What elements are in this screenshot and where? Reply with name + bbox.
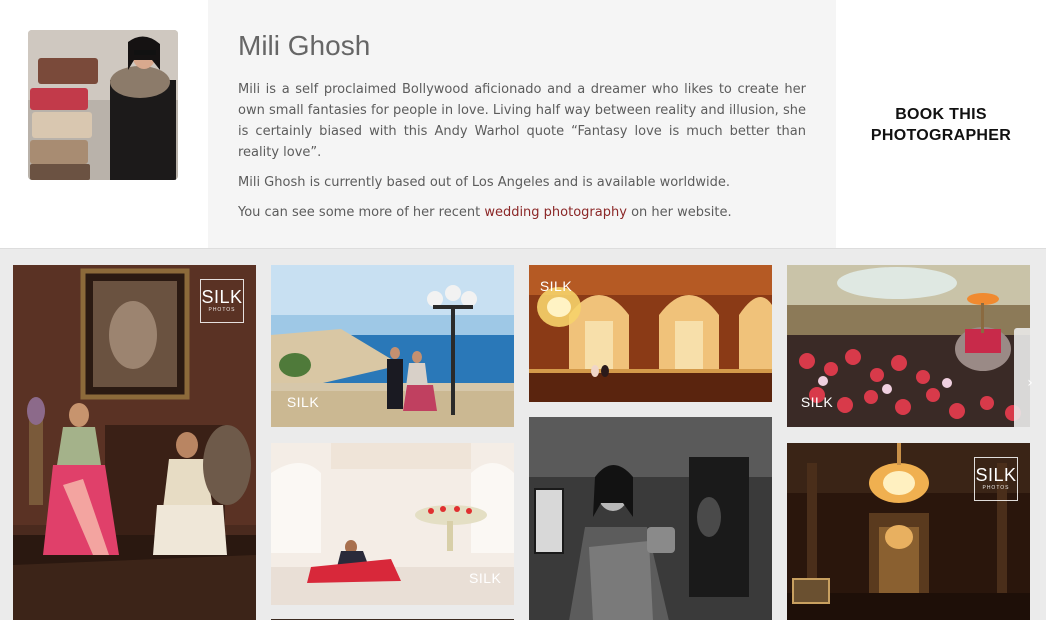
- website-paragraph: You can see some more of her recent wedd…: [238, 202, 806, 223]
- watermark-text: SILK: [286, 394, 320, 410]
- watermark-text: SILK: [201, 287, 243, 307]
- gallery-photo-bride-white-room[interactable]: SILK: [271, 443, 514, 605]
- website-text-before: You can see some more of her recent: [238, 205, 485, 220]
- chevron-right-icon: ›: [1027, 375, 1033, 391]
- watermark-subtext: PHOTOS: [208, 307, 236, 313]
- watermark-text: SILK: [469, 570, 502, 586]
- silk-watermark: SILK: [799, 395, 835, 411]
- watermark-text: SILK: [539, 278, 573, 294]
- silk-watermark: SILK: [469, 570, 502, 587]
- gallery-photo-baraat-procession[interactable]: SILK: [787, 265, 1030, 427]
- gallery-photo-couple-portrait[interactable]: SILK PHOTOS: [13, 265, 256, 620]
- wedding-photography-link[interactable]: wedding photography: [484, 205, 627, 220]
- photographer-name: Mili Ghosh: [238, 30, 371, 61]
- silk-watermark: SILK PHOTOS: [200, 279, 244, 323]
- gallery-photo-palace-hall[interactable]: SILK: [529, 265, 772, 402]
- gallery-photo-seaside-terrace[interactable]: SILK: [271, 265, 514, 427]
- book-photographer-button[interactable]: BOOK THIS PHOTOGRAPHER: [866, 104, 1016, 146]
- silk-watermark: SILK: [539, 279, 573, 295]
- gallery-photo-chandelier-hall[interactable]: SILK PHOTOS: [787, 443, 1030, 620]
- watermark-subtext: PHOTOS: [982, 485, 1010, 491]
- book-button-line1: BOOK THIS: [895, 106, 987, 123]
- bio-paragraph: Mili is a self proclaimed Bollywood afic…: [238, 82, 806, 160]
- photographer-profile: Mili Ghosh Mili is a self proclaimed Bol…: [0, 0, 1046, 248]
- bio-panel: Mili Ghosh Mili is a self proclaimed Bol…: [208, 0, 836, 248]
- photo-gallery: SILK PHOTOS SILK SILK SILK SILK SILK PHO…: [0, 248, 1046, 620]
- gallery-photo-bw-portrait[interactable]: [529, 417, 772, 620]
- watermark-text: SILK: [800, 394, 834, 410]
- photographer-avatar: [28, 30, 178, 180]
- website-text-after: on her website.: [626, 205, 732, 220]
- location-paragraph: Mili Ghosh is currently based out of Los…: [238, 175, 731, 190]
- silk-watermark: SILK: [285, 395, 321, 411]
- book-button-line2: PHOTOGRAPHER: [870, 127, 1012, 144]
- watermark-text: SILK: [975, 465, 1017, 485]
- gallery-next-arrow[interactable]: ›: [1014, 328, 1046, 438]
- silk-watermark: SILK PHOTOS: [974, 457, 1018, 501]
